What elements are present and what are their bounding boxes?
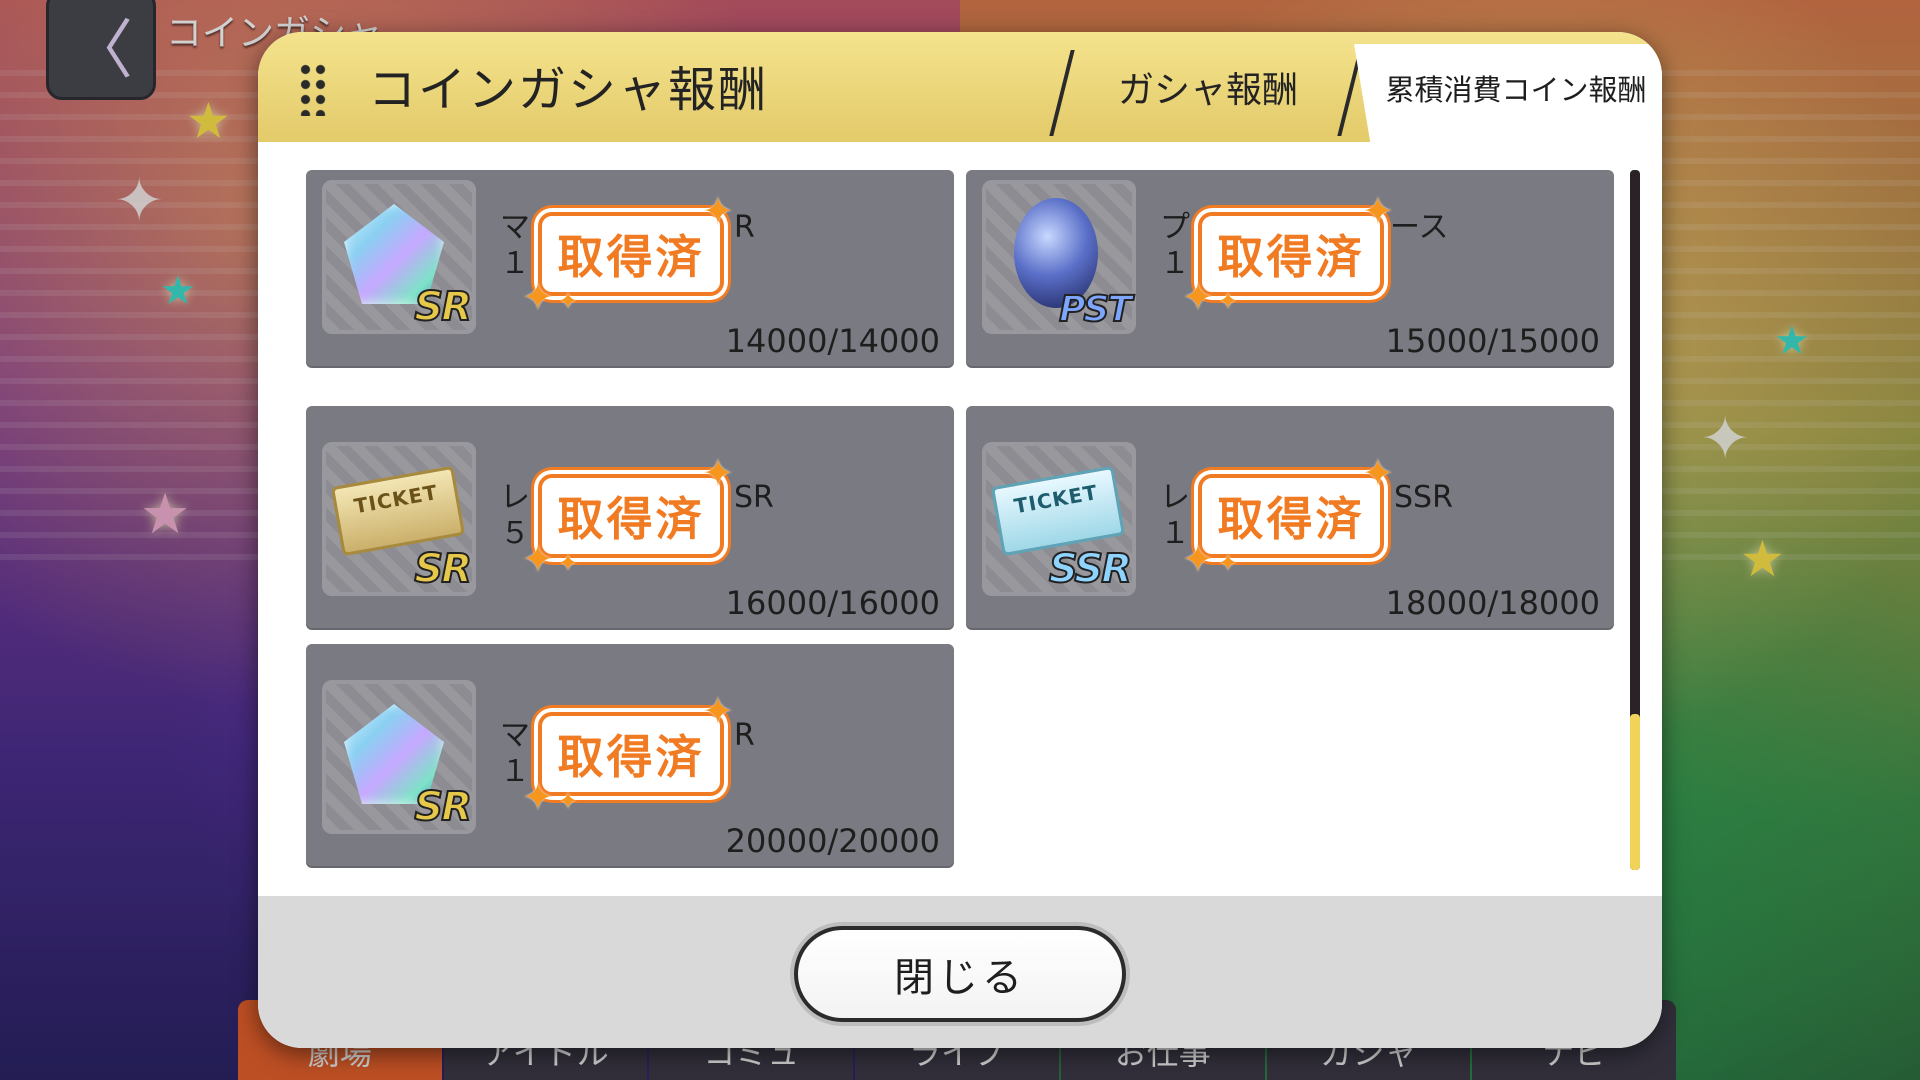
rarity-badge: SSR bbox=[1048, 545, 1133, 593]
modal-header: コインガシャ報酬 ガシャ報酬 累積消費コイン報酬 bbox=[258, 32, 1662, 156]
reward-name-start: マ bbox=[500, 718, 530, 753]
sparkle-icon: ✦ bbox=[522, 275, 554, 319]
reward-card[interactable]: SR マR １ 取得済 ✦ ✦ ✦ 14000/14000 bbox=[306, 170, 954, 368]
sparkle-icon: ✦ bbox=[1182, 537, 1214, 581]
sparkle-icon: ✦ bbox=[702, 451, 734, 495]
reward-name-end: SSR bbox=[1394, 480, 1453, 515]
reward-name-start: レ bbox=[500, 480, 530, 515]
scrollbar[interactable] bbox=[1630, 170, 1640, 870]
ticket-icon: TICKET bbox=[990, 465, 1126, 557]
rarity-badge: PST bbox=[1058, 288, 1133, 331]
sparkle-icon: ✦ bbox=[1362, 189, 1394, 233]
reward-name-start: マ bbox=[500, 210, 530, 245]
sparkle-icon: ✦ bbox=[1182, 275, 1214, 319]
modal-title: コインガシャ報酬 bbox=[368, 62, 769, 118]
rarity-badge: SR bbox=[413, 545, 473, 593]
reward-card[interactable]: TICKET SR レ SR ５ 取得済 ✦ ✦ ✦ 16000/16000 bbox=[306, 406, 954, 630]
reward-name-end: ース bbox=[1390, 210, 1449, 245]
reward-name-end: R bbox=[734, 210, 755, 245]
reward-modal: コインガシャ報酬 ガシャ報酬 累積消費コイン報酬 SR マR １ 取得済 ✦ ✦… bbox=[258, 32, 1662, 1048]
close-button[interactable]: 閉じる bbox=[794, 926, 1126, 1022]
rarity-badge: SR bbox=[413, 783, 473, 831]
reward-name: マR １ bbox=[500, 210, 755, 282]
sparkle-icon: ✦ bbox=[558, 549, 579, 577]
reward-progress: 20000/20000 bbox=[725, 822, 940, 860]
sparkle-icon: ✦ bbox=[702, 189, 734, 233]
reward-card[interactable]: PST プース １ 取得済 ✦ ✦ ✦ 15000/15000 bbox=[966, 170, 1614, 368]
sparkle-icon: ✦ bbox=[558, 287, 579, 315]
reward-card[interactable]: TICKET SSR レ SSR １ 取得済 ✦ ✦ ✦ 18000/18000 bbox=[966, 406, 1614, 630]
reward-name-start: プ bbox=[1160, 210, 1190, 245]
sparkle-icon: ✦ bbox=[1218, 287, 1239, 315]
reward-progress: 16000/16000 bbox=[725, 584, 940, 622]
reward-list: SR マR １ 取得済 ✦ ✦ ✦ 14000/14000 PST プース １ … bbox=[306, 170, 1628, 870]
sparkle-icon: ✦ bbox=[522, 775, 554, 819]
sparkle-icon: ✦ bbox=[558, 787, 579, 815]
reward-icon-frame: SR bbox=[322, 180, 476, 334]
rarity-badge: SR bbox=[413, 283, 473, 331]
reward-name-end: SR bbox=[734, 480, 774, 515]
reward-progress: 15000/15000 bbox=[1385, 322, 1600, 360]
ticket-icon: TICKET bbox=[330, 465, 466, 557]
reward-progress: 18000/18000 bbox=[1385, 584, 1600, 622]
reward-icon-frame: PST bbox=[982, 180, 1136, 334]
reward-name-start: レ bbox=[1160, 480, 1190, 515]
tab-divider bbox=[1049, 50, 1075, 136]
sparkle-icon: ✦ bbox=[702, 689, 734, 733]
tab-cumulative-coin-rewards[interactable]: 累積消費コイン報酬 bbox=[1354, 44, 1662, 156]
sparkle-icon: ✦ bbox=[1362, 451, 1394, 495]
reward-card[interactable]: SR マR １ 取得済 ✦ ✦ ✦ 20000/20000 bbox=[306, 644, 954, 868]
scrollbar-thumb[interactable] bbox=[1630, 714, 1640, 870]
sparkle-icon: ✦ bbox=[1218, 549, 1239, 577]
reward-icon-frame: SR bbox=[322, 680, 476, 834]
reward-icon-frame: TICKET SSR bbox=[982, 442, 1136, 596]
reward-progress: 14000/14000 bbox=[725, 322, 940, 360]
sparkle-icon: ✦ bbox=[522, 537, 554, 581]
reward-name: プース １ bbox=[1160, 210, 1449, 282]
drag-handle-icon[interactable] bbox=[298, 62, 328, 116]
reward-name-end: R bbox=[734, 718, 755, 753]
modal-footer: 閉じる bbox=[258, 896, 1662, 1048]
reward-icon-frame: TICKET SR bbox=[322, 442, 476, 596]
tab-gacha-rewards[interactable]: ガシャ報酬 bbox=[1078, 32, 1338, 142]
